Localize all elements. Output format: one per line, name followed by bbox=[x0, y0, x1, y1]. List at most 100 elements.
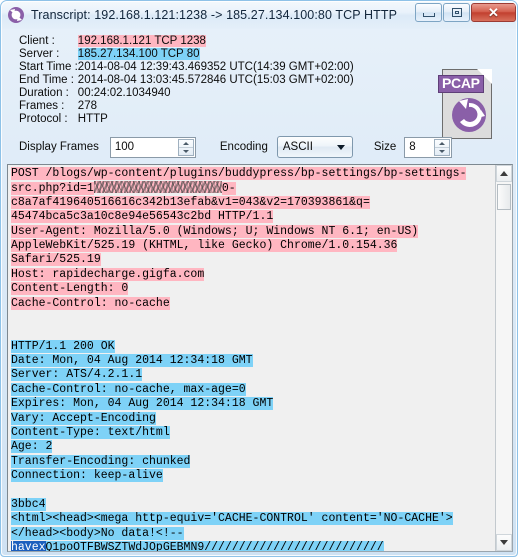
info-row-localtime bbox=[253, 48, 354, 61]
transcript-segment: </head><body>No data!<!-- bbox=[11, 526, 184, 540]
transcript-segment: Server: ATS/4.2.1.1 bbox=[11, 368, 143, 382]
transcript-segment: HTTP/1.1 200 OK bbox=[11, 339, 115, 353]
connection-info-panel: Client : 192.168.1.121 TCP 1238 Server : 18… bbox=[1, 29, 517, 139]
info-row-label: Client : bbox=[19, 35, 55, 47]
scrollbar-track[interactable] bbox=[496, 182, 512, 534]
info-row-localtime bbox=[253, 87, 354, 100]
transcript-line: Connection: keep-alive bbox=[11, 469, 495, 483]
transcript-line bbox=[11, 311, 495, 325]
size-stepper[interactable] bbox=[404, 136, 453, 158]
transcript-line: Transfer-Encoding: chunked bbox=[11, 454, 495, 469]
display-frames-stepper[interactable] bbox=[109, 136, 196, 158]
info-row: Frames : 278 bbox=[19, 100, 354, 113]
transcript-segment: AppleWebKit/525.19 (KHTML, like Gecko) C… bbox=[11, 238, 398, 252]
transcript-segment: Date: Mon, 04 Aug 2014 12:34:18 GMT bbox=[11, 354, 253, 368]
connection-info-table: Client : 192.168.1.121 TCP 1238 Server : 18… bbox=[19, 35, 354, 126]
scroll-up-button[interactable] bbox=[496, 165, 512, 182]
chevron-down-icon bbox=[336, 144, 345, 150]
transcript-line: AppleWebKit/525.19 (KHTML, like Gecko) C… bbox=[11, 238, 495, 253]
info-row: Server : 185.27.134.100 TCP 80 bbox=[19, 48, 354, 61]
window-title: Transcript: 192.168.1.121:1238 -> 185.27… bbox=[31, 8, 398, 22]
size-spin-buttons[interactable] bbox=[434, 138, 451, 156]
caret-down-icon bbox=[439, 149, 446, 153]
transcript-line: c8a7af419640516616c342b13efab&v1=043&v2=… bbox=[11, 195, 495, 210]
transcript-window: Transcript: 192.168.1.121:1238 -> 185.27… bbox=[0, 0, 518, 557]
minimize-icon bbox=[422, 13, 435, 17]
transcript-segment: 45474bca5c3a10c8e94e56543c2bd HTTP/1.1 bbox=[11, 210, 274, 224]
transcript-segment: Cache-Control: no-cache bbox=[11, 296, 170, 310]
info-row-localtime bbox=[253, 113, 354, 126]
caret-up-icon bbox=[439, 141, 446, 145]
info-row: End Time :2014-08-04 13:03:45.572846 UTC… bbox=[19, 74, 354, 87]
close-button[interactable]: ✕ bbox=[471, 3, 516, 22]
caret-up-icon bbox=[182, 141, 189, 145]
info-row-value: 2014-08-04 13:03:45.572846 UTC bbox=[77, 74, 253, 86]
info-row-value: 2014-08-04 12:39:43.469352 UTC bbox=[77, 61, 253, 73]
info-row-localtime bbox=[253, 35, 354, 48]
transcript-segment: Content-Type: text/html bbox=[11, 426, 170, 440]
transcript-segment: src.php?id=1 bbox=[11, 182, 94, 196]
transcript-line: src.php?id=1 0- bbox=[11, 181, 495, 196]
transcript-text[interactable]: POST /blogs/wp-content/plugins/buddypres… bbox=[8, 165, 495, 551]
transcript-line: Host: rapidecharge.gigfa.com bbox=[11, 267, 495, 282]
transcript-segment: Q1poOTFBWSZTWdJOpGEBMN9/////////////////… bbox=[45, 541, 384, 551]
caret-down-icon bbox=[182, 149, 189, 153]
transcript-line: Cache-Control: no-cache, max-age=0 bbox=[11, 382, 495, 397]
display-frames-spin-buttons[interactable] bbox=[177, 138, 194, 156]
size-spin-down[interactable] bbox=[435, 148, 449, 155]
transcript-segment: <html><head><mega http-equiv='CACHE-CONT… bbox=[11, 512, 453, 526]
transcript-segment: Content-Length: 0 bbox=[11, 282, 129, 296]
window-bottom-strip bbox=[1, 551, 517, 556]
display-frames-spin-up[interactable] bbox=[178, 140, 193, 148]
minimize-button[interactable] bbox=[415, 3, 442, 22]
pcap-badge-label: PCAP bbox=[438, 75, 484, 93]
info-row-label: End Time : bbox=[19, 74, 74, 86]
transcript-line: POST /blogs/wp-content/plugins/buddypres… bbox=[11, 167, 495, 181]
encoding-dropdown[interactable]: ASCII bbox=[276, 136, 353, 158]
info-row-value: 278 bbox=[77, 100, 97, 112]
info-row-value: HTTP bbox=[77, 113, 108, 125]
display-frames-label: Display Frames bbox=[19, 141, 99, 153]
info-row-label: Start Time : bbox=[19, 61, 78, 73]
scroll-down-button[interactable] bbox=[496, 534, 512, 551]
maximize-icon bbox=[451, 8, 462, 17]
transcript-line: Expires: Mon, 04 Aug 2014 12:34:18 GMT bbox=[11, 397, 495, 411]
transcript-text-area[interactable]: POST /blogs/wp-content/plugins/buddypres… bbox=[7, 164, 513, 552]
transcript-segment: Connection: keep-alive bbox=[11, 469, 163, 483]
transcript-segment: 3bbc4 bbox=[11, 497, 46, 511]
encoding-label: Encoding bbox=[219, 141, 268, 153]
transcript-line: Age: 2 bbox=[11, 440, 495, 454]
transcript-segment: User-Agent: Mozilla/5.0 (Windows; U; Win… bbox=[11, 224, 419, 238]
transcript-line bbox=[11, 325, 495, 339]
transcript-vertical-scrollbar[interactable] bbox=[495, 165, 512, 551]
transcript-line: Vary: Accept-Encoding bbox=[11, 411, 495, 426]
window-controls: ✕ bbox=[414, 3, 516, 22]
display-frames-spin-down[interactable] bbox=[179, 148, 193, 155]
selected-text-segment: havex bbox=[11, 541, 46, 551]
transcript-segment: Transfer-Encoding: chunked bbox=[11, 454, 191, 468]
transcript-line: Safari/525.19 bbox=[11, 253, 495, 267]
info-row: Duration : 00:24:02.1034940 bbox=[19, 87, 354, 100]
transcript-line: havexQ1poOTFBWSZTWdJOpGEBMN9////////////… bbox=[11, 541, 495, 551]
info-row-value: 192.168.1.121 TCP 1238 bbox=[77, 35, 206, 47]
scrollbar-thumb[interactable] bbox=[497, 184, 511, 210]
info-row: Client : 192.168.1.121 TCP 1238 bbox=[19, 35, 354, 48]
redacted-text-block bbox=[93, 181, 222, 194]
transcript-line: </head><body>No data!<!-- bbox=[11, 526, 495, 541]
info-row-label: Server : bbox=[19, 48, 60, 60]
scroll-down-icon bbox=[500, 540, 508, 545]
refresh-circle-icon bbox=[7, 6, 25, 24]
info-row-localtime: (14:39 GMT+02:00) bbox=[252, 61, 354, 73]
size-spin-up[interactable] bbox=[435, 140, 450, 148]
encoding-selected-value: ASCII bbox=[282, 141, 313, 153]
transcript-line bbox=[11, 484, 495, 498]
pcap-file-icon: PCAP bbox=[438, 65, 496, 141]
pcap-logo-icon bbox=[451, 97, 487, 133]
info-row-label: Duration : bbox=[19, 87, 69, 99]
transcript-line: 3bbc4 bbox=[11, 497, 495, 512]
transcript-segment: c8a7af419640516616c342b13efab&v1=043&v2=… bbox=[11, 195, 370, 209]
transcript-segment: Host: rapidecharge.gigfa.com bbox=[11, 267, 205, 281]
maximize-button[interactable] bbox=[443, 3, 470, 22]
info-row-label: Frames : bbox=[19, 100, 65, 112]
transcript-segment: Expires: Mon, 04 Aug 2014 12:34:18 GMT bbox=[11, 397, 274, 411]
